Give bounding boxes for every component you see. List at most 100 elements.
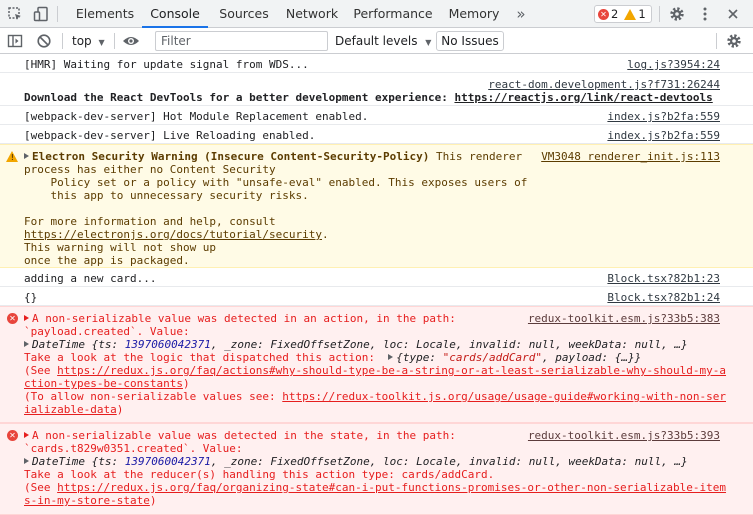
console-error: ✕ A non-serializable value was detected … [0, 306, 753, 423]
console-message: {} Block.tsx?82b1:24 [0, 287, 753, 306]
source-link[interactable]: Block.tsx?82b1:24 [607, 291, 720, 304]
tab-network[interactable]: Network [280, 0, 344, 28]
error-text: (See [24, 481, 58, 494]
error-text: Take a look at the logic that dispatched… [24, 351, 389, 364]
context-selector[interactable]: top ▼ [72, 28, 105, 54]
source-link[interactable]: redux-toolkit.esm.js?33b5:383 [528, 312, 720, 325]
error-line: (See https://redux.js.org/faq/organizing… [24, 481, 726, 494]
warning-count: 1 [638, 7, 646, 21]
object-text: {ts: [91, 338, 125, 351]
expand-arrow-icon[interactable] [24, 153, 29, 159]
device-toolbar-icon[interactable] [28, 0, 54, 28]
error-line: (To allow non-serializable values see: h… [24, 390, 726, 403]
tab-memory[interactable]: Memory [445, 0, 503, 28]
source-link[interactable]: index.js?b2fa:559 [607, 110, 720, 123]
warning-period: . [322, 228, 329, 241]
message-text: Download the React DevTools for a better… [24, 91, 713, 104]
redux-toolkit-link[interactable]: ializable-data [24, 403, 117, 416]
source-link[interactable]: redux-toolkit.esm.js?33b5:393 [528, 429, 720, 442]
clear-console-icon[interactable] [31, 28, 57, 54]
warning-icon: ! [6, 151, 18, 162]
console-error: ✕ A non-serializable value was detected … [0, 423, 753, 515]
object-string: "cards/addCard" [442, 351, 542, 364]
tab-performance[interactable]: Performance [351, 0, 435, 28]
devtools-tabbar: Elements Console Sources Network Perform… [0, 0, 753, 28]
console-settings-gear-icon[interactable] [721, 28, 747, 54]
warning-icon [624, 8, 637, 20]
error-icon: ✕ [7, 430, 18, 441]
source-link[interactable]: VM3048 renderer_init.js:113 [541, 150, 720, 163]
warning-line: process has either no Content Security [24, 163, 276, 176]
electron-security-link[interactable]: https://electronjs.org/docs/tutorial/sec… [24, 228, 322, 241]
object-text: {type: [396, 351, 443, 364]
no-issues-button[interactable]: No Issues [436, 31, 504, 51]
error-line: A non-serializable value was detected in… [24, 429, 456, 442]
source-link[interactable]: Block.tsx?82b1:23 [607, 272, 720, 285]
console-output[interactable]: [HMR] Waiting for update signal from WDS… [0, 54, 753, 515]
error-heading: A non-serializable value was detected in… [32, 429, 456, 442]
error-line: Take a look at the reducer(s) handling t… [24, 468, 495, 481]
warning-title-rest: This renderer [429, 150, 523, 163]
error-line: `payload.created`. Value: [24, 325, 190, 338]
error-text: ) [116, 403, 124, 416]
expand-arrow-icon[interactable] [388, 354, 394, 360]
warning-line: This warning will not show up [24, 241, 217, 254]
more-tabs-button[interactable]: » [510, 0, 532, 28]
object-preview[interactable]: DateTime {ts: 1397060042371, _zone: Fixe… [24, 455, 688, 468]
devtools-text: Download the React DevTools for a better… [24, 91, 455, 104]
console-message: [HMR] Waiting for update signal from WDS… [0, 54, 753, 73]
source-link[interactable]: log.js?3954:24 [627, 58, 720, 71]
error-text: (To allow non-serializable values see: [24, 390, 283, 403]
more-options-icon[interactable] [692, 0, 718, 28]
devtools-link[interactable]: https://reactjs.org/link/react-devtools [454, 91, 712, 104]
log-levels-dropdown[interactable]: Default levels ▼ [335, 28, 431, 54]
object-name: DateTime [32, 338, 92, 351]
issues-badge[interactable]: ✕ 2 1 [594, 5, 652, 23]
console-message: react-dom.development.js?f731:26244 Down… [0, 73, 753, 106]
expand-arrow-icon[interactable] [24, 315, 29, 321]
object-number: 1397060042371 [124, 455, 211, 468]
error-line: s-in-my-store-state) [24, 494, 156, 507]
warning-line: this app to unnecessary security risks. [24, 189, 309, 202]
close-icon[interactable] [720, 0, 746, 28]
tab-console[interactable]: Console [142, 0, 208, 28]
console-message: [webpack-dev-server] Hot Module Replacem… [0, 106, 753, 125]
error-icon: ✕ [7, 313, 18, 324]
log-levels-label: Default levels [335, 34, 418, 48]
console-message: adding a new card... Block.tsx?82b1:23 [0, 268, 753, 287]
expand-arrow-icon[interactable] [24, 341, 29, 347]
tab-sources[interactable]: Sources [211, 0, 277, 28]
expand-arrow-icon[interactable] [24, 432, 29, 438]
error-text: ) [149, 494, 157, 507]
warning-line: https://electronjs.org/docs/tutorial/sec… [24, 228, 329, 241]
inspect-element-icon[interactable] [2, 0, 28, 28]
redux-faq-link[interactable]: s-in-my-store-state [24, 494, 150, 507]
error-count: 2 [611, 7, 619, 21]
error-heading: A non-serializable value was detected in… [32, 312, 456, 325]
redux-faq-link[interactable]: https://redux.js.org/faq/organizing-stat… [57, 481, 726, 494]
object-text: {ts: [91, 455, 125, 468]
chevron-down-icon: ▼ [425, 38, 432, 47]
message-text: adding a new card... [24, 272, 157, 285]
sidebar-toggle-icon[interactable] [2, 28, 28, 54]
error-line: ction-types-be-constants) [24, 377, 190, 390]
settings-gear-icon[interactable] [664, 0, 690, 28]
object-preview[interactable]: DateTime {ts: 1397060042371, _zone: Fixe… [24, 338, 688, 351]
error-text: (See [24, 364, 58, 377]
error-line: ializable-data) [24, 403, 123, 416]
console-message: [webpack-dev-server] Live Reloading enab… [0, 125, 753, 144]
expand-arrow-icon[interactable] [24, 458, 29, 464]
eye-icon[interactable] [118, 28, 144, 54]
object-name: DateTime [32, 455, 92, 468]
redux-faq-link[interactable]: ction-types-be-constants [24, 377, 183, 390]
redux-toolkit-link[interactable]: https://redux-toolkit.js.org/usage/usage… [282, 390, 726, 403]
filter-input[interactable] [155, 31, 328, 51]
source-link[interactable]: index.js?b2fa:559 [607, 129, 720, 142]
error-line: A non-serializable value was detected in… [24, 312, 456, 325]
object-number: 1397060042371 [124, 338, 211, 351]
warning-title: Electron Security Warning (Insecure Cont… [24, 150, 522, 163]
tab-elements[interactable]: Elements [68, 0, 142, 28]
object-text: , _zone: FixedOffsetZone, loc: Locale, i… [210, 455, 688, 468]
redux-faq-link[interactable]: https://redux.js.org/faq/actions#why-sho… [57, 364, 726, 377]
source-link[interactable]: react-dom.development.js?f731:26244 [488, 78, 720, 91]
